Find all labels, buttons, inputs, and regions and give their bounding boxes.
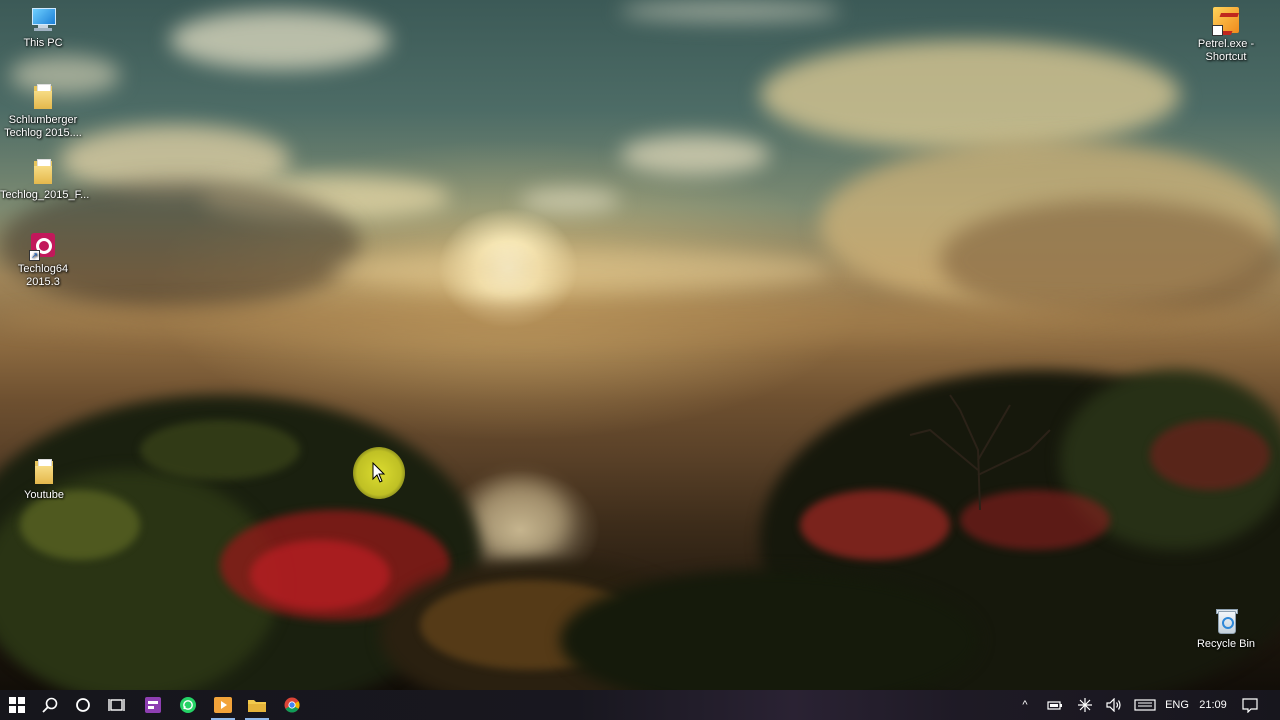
task-view-icon — [108, 699, 125, 711]
start-button[interactable] — [0, 690, 34, 720]
network-icon — [1078, 698, 1092, 712]
desktop-icon-petrel[interactable]: Petrel.exe - Shortcut — [1183, 7, 1269, 64]
battery-plug-icon — [1047, 701, 1062, 710]
tray-battery[interactable] — [1044, 690, 1066, 720]
file-explorer-icon — [248, 700, 266, 712]
taskbar-app-visual-studio[interactable] — [136, 690, 170, 720]
action-center-button[interactable] — [1238, 690, 1262, 720]
desktop-icon-label: Recycle Bin — [1196, 638, 1256, 650]
show-hidden-icons-button[interactable]: ^ — [1015, 690, 1035, 720]
desktop-icon-recycle-bin[interactable]: Recycle Bin — [1183, 607, 1269, 651]
clock-time: 21:09 — [1199, 699, 1227, 711]
chevron-up-icon: ^ — [1022, 699, 1028, 711]
desktop-icon-label: This PC — [23, 37, 63, 49]
desktop-icon-this-pc[interactable]: This PC — [0, 6, 86, 50]
windows-logo-icon — [9, 697, 25, 713]
speaker-icon — [1106, 698, 1121, 712]
taskbar-app-media-player[interactable] — [206, 690, 240, 720]
media-player-icon — [214, 697, 232, 713]
desktop-icon-youtube[interactable]: Youtube — [1, 458, 87, 502]
tray-clock[interactable]: 21:09 — [1196, 690, 1230, 720]
taskbar: ^ ENG 21:09 — [0, 690, 1280, 720]
desktop-icon-label: Schlumberger Techlog 2015.... — [4, 114, 82, 139]
tray-volume[interactable] — [1103, 690, 1125, 720]
folder-icon — [29, 83, 57, 111]
cortana-button[interactable] — [66, 690, 100, 720]
desktop-wallpaper[interactable]: This PC Schlumberger Techlog 2015.... Te… — [0, 0, 1280, 690]
tray-touch-keyboard[interactable] — [1132, 690, 1158, 720]
notification-icon — [1242, 698, 1258, 713]
desktop-icon-techlog-folder[interactable]: Techlog_2015_F... — [0, 158, 90, 202]
cortana-icon — [76, 698, 90, 712]
computer-icon — [29, 6, 57, 34]
tray-network[interactable] — [1074, 690, 1096, 720]
taskbar-app-chrome[interactable] — [275, 690, 309, 720]
desktop-icon-techlog64[interactable]: ↗ Techlog64 2015.3 — [0, 232, 86, 289]
taskbar-app-whatsapp[interactable] — [171, 690, 205, 720]
taskbar-app-file-explorer[interactable] — [240, 690, 274, 720]
desktop-icon-label: Techlog_2015_F... — [0, 189, 90, 201]
desktop-icon-schlumberger-techlog[interactable]: Schlumberger Techlog 2015.... — [0, 83, 86, 140]
task-view-button[interactable] — [100, 690, 134, 720]
tray-language[interactable]: ENG — [1162, 690, 1192, 720]
desktop-icon-label: Youtube — [24, 489, 64, 501]
visual-studio-icon — [145, 697, 161, 713]
mouse-cursor-icon — [372, 462, 386, 483]
desktop-icon-label: Petrel.exe - Shortcut — [1197, 38, 1255, 63]
petrel-app-icon — [1212, 7, 1240, 36]
recycle-bin-icon — [1212, 607, 1240, 635]
techlog-app-icon: ↗ — [29, 232, 57, 261]
search-button[interactable] — [33, 690, 67, 720]
whatsapp-icon — [180, 697, 196, 713]
folder-icon — [30, 458, 58, 486]
keyboard-icon — [1134, 699, 1156, 711]
language-indicator: ENG — [1165, 699, 1189, 711]
chrome-icon — [284, 697, 300, 713]
desktop-icon-label: Techlog64 2015.3 — [17, 263, 69, 288]
tree-branches — [909, 394, 1051, 510]
folder-icon — [29, 158, 57, 186]
search-icon — [42, 697, 58, 713]
